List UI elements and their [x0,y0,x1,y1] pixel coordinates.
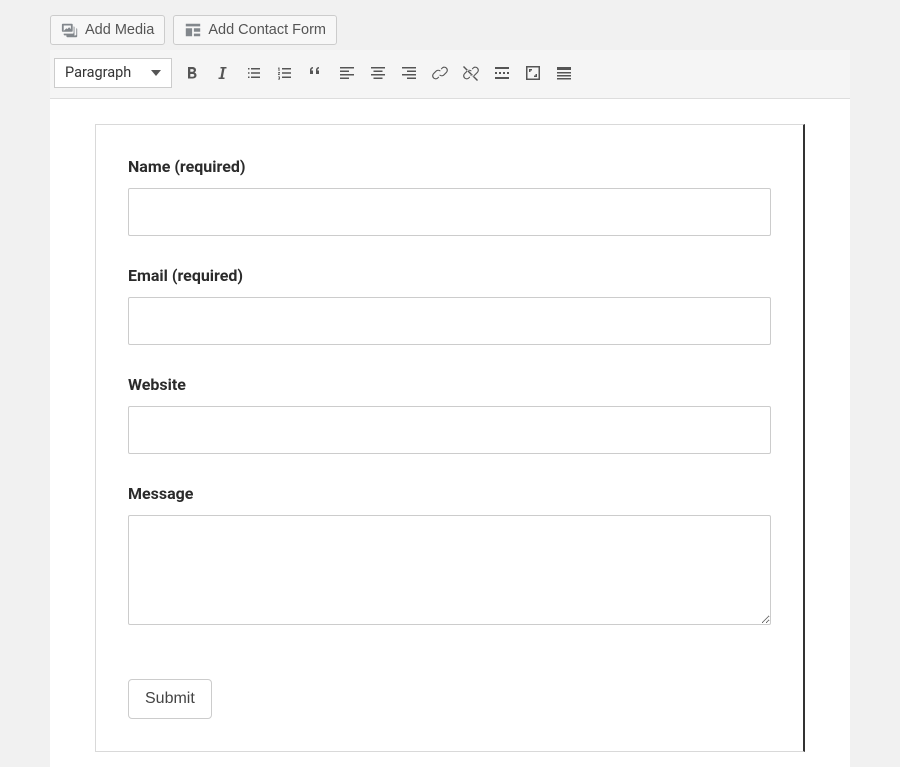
add-media-label: Add Media [85,20,154,40]
message-label: Message [128,484,771,503]
toolbar-toggle-button[interactable] [553,62,575,84]
editor-canvas[interactable]: Name (required) Email (required) Website… [50,99,850,767]
website-input[interactable] [128,406,771,454]
name-input[interactable] [128,188,771,236]
contact-form: Name (required) Email (required) Website… [95,124,805,752]
email-field-group: Email (required) [128,266,771,345]
email-label: Email (required) [128,266,771,285]
add-media-button[interactable]: Add Media [50,15,165,45]
unlink-button[interactable] [460,62,482,84]
media-icon [61,21,79,39]
bold-button[interactable] [181,62,203,84]
align-left-button[interactable] [336,62,358,84]
name-field-group: Name (required) [128,157,771,236]
email-input[interactable] [128,297,771,345]
format-dropdown[interactable]: Paragraph [54,58,172,88]
website-label: Website [128,375,771,394]
align-right-button[interactable] [398,62,420,84]
link-button[interactable] [429,62,451,84]
blockquote-button[interactable] [305,62,327,84]
align-center-button[interactable] [367,62,389,84]
media-buttons-row: Add Media Add Contact Form [50,10,850,50]
chevron-down-icon [151,70,161,76]
website-field-group: Website [128,375,771,454]
add-contact-form-button[interactable]: Add Contact Form [173,15,337,45]
read-more-button[interactable] [491,62,513,84]
submit-button[interactable]: Submit [128,679,212,719]
format-dropdown-label: Paragraph [65,63,131,83]
editor-toolbar: Paragraph [50,50,850,99]
form-icon [184,21,202,39]
numbered-list-button[interactable] [274,62,296,84]
message-textarea[interactable] [128,515,771,625]
italic-button[interactable] [212,62,234,84]
add-contact-form-label: Add Contact Form [208,20,326,40]
message-field-group: Message [128,484,771,629]
name-label: Name (required) [128,157,771,176]
editor-wrapper: Add Media Add Contact Form Paragraph [0,0,900,767]
bullet-list-button[interactable] [243,62,265,84]
fullscreen-button[interactable] [522,62,544,84]
